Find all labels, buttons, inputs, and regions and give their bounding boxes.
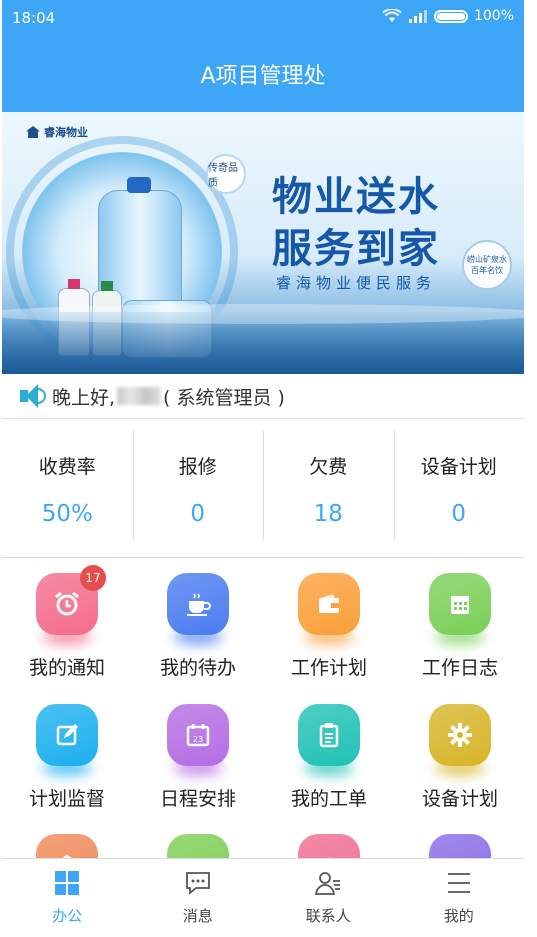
grid-item-schedule[interactable]: 23 日程安排 [133,704,263,811]
grid-item-work-plan[interactable]: 工作计划 [264,573,394,680]
stat-collection-rate[interactable]: 收费率 50% [2,430,133,540]
grid-item-label: 日程安排 [159,788,236,810]
banner-subtitle: 睿海物业便民服务 [276,274,437,292]
grid-item-label: 我的通知 [28,657,105,679]
grid-item-my-work-orders[interactable]: 我的工单 [264,704,394,811]
stat-equipment-plan[interactable]: 设备计划 0 [393,430,525,540]
battery-icon [433,9,468,23]
clipboard-icon [298,704,360,766]
grid-item-label: 计划监督 [28,788,105,810]
status-bar: 18:04 100% [2,0,524,36]
app-frame: 18:04 100% A项目管理处 睿海物业 传奇品质 物业送水 服务到家 睿海… [2,0,524,937]
app-header: 18:04 100% A项目管理处 [2,0,524,112]
water-surface [2,304,524,374]
gear-icon [429,704,491,766]
battery-level: 100% [473,8,514,24]
stats-row: 收费率 50% 报修 0 欠费 18 设备计划 0 [2,430,524,540]
grid-icon-bg: 23 [167,704,229,776]
grid-item-equipment-plan[interactable]: 设备计划 [395,704,524,811]
grid-item-label: 我的待办 [159,657,236,679]
status-time: 18:04 [12,9,56,27]
grid-icon-bg: 17 [36,565,106,645]
stat-label: 设备计划 [420,456,497,478]
edit-icon [36,704,98,766]
coffee-cup-icon [167,573,229,635]
tab-contacts[interactable]: 联系人 [263,859,394,937]
grid-icon-bg [167,573,229,645]
logo-house-icon [26,126,40,138]
stat-label: 报修 [178,456,217,478]
stat-value: 18 [313,501,343,527]
bottom-tab-bar: 办公 消息 联系人 我的 [2,858,524,937]
calendar-grid-icon [429,573,491,635]
stat-value: 0 [190,501,206,527]
banner-logo: 睿海物业 [26,124,88,140]
tab-me[interactable]: 我的 [394,859,525,937]
chat-bubble-icon [184,869,212,897]
grid-icon-bg [298,704,360,776]
greeting-role: ( 系统管理员 ) [163,386,285,409]
greeting-text: 晚上好, ( 系统管理员 ) [52,383,285,410]
wallet-icon [298,573,360,635]
svg-text:23: 23 [193,735,203,744]
grid-item-label: 我的工单 [290,788,367,810]
signal-icon [408,10,427,23]
brand-badge: 崂山矿泉水百年名饮 [462,240,512,290]
status-right: 100% [382,8,514,24]
grid-item-label: 工作计划 [290,657,367,679]
stat-arrears[interactable]: 欠费 18 [263,430,394,540]
greeting-prefix: 晚上好, [52,386,116,409]
banner-logo-text: 睿海物业 [44,126,88,139]
grid-icon-bg [298,573,360,645]
tab-label: 联系人 [305,907,351,925]
grid-item-label: 工作日志 [421,657,498,679]
stat-value: 50% [41,501,93,527]
tab-label: 消息 [182,907,213,925]
section-divider [2,557,524,558]
grid-icon-bg [429,573,491,645]
greeting-bar: 晚上好, ( 系统管理员 ) [2,374,524,419]
grid-icon-bg [36,704,98,776]
calendar-23-icon: 23 [167,704,229,766]
tab-messages[interactable]: 消息 [133,859,264,937]
speaker-icon [18,384,48,408]
grid-icon-bg [429,704,491,776]
notification-count-badge: 17 [80,565,106,591]
quality-badge: 传奇品质 [206,154,246,194]
grid-item-plan-supervision[interactable]: 计划监督 [2,704,132,811]
grid-item-label: 设备计划 [421,788,498,810]
page-title: A项目管理处 [200,64,326,89]
banner-slogan-line2: 服务到家 [272,226,440,272]
grid-item-my-todo[interactable]: 我的待办 [133,573,263,680]
stat-label: 欠费 [309,456,348,478]
stat-value: 0 [451,501,467,527]
promo-banner[interactable]: 睿海物业 传奇品质 物业送水 服务到家 睿海物业便民服务 崂山矿泉水百年名饮 [2,112,524,374]
tab-office[interactable]: 办公 [2,859,133,937]
grid-item-my-notices[interactable]: 17 我的通知 [2,565,132,680]
stat-label: 收费率 [38,456,96,478]
blurred-username [117,387,162,405]
tab-label: 我的 [443,907,474,925]
grid-icon [53,869,81,897]
menu-icon [445,869,473,897]
banner-slogan-line1: 物业送水 [272,174,440,220]
grid-item-work-log[interactable]: 工作日志 [395,573,524,680]
stat-repairs[interactable]: 报修 0 [132,430,264,540]
contacts-icon [314,869,342,897]
wifi-icon [382,9,402,22]
tab-label: 办公 [52,907,83,925]
